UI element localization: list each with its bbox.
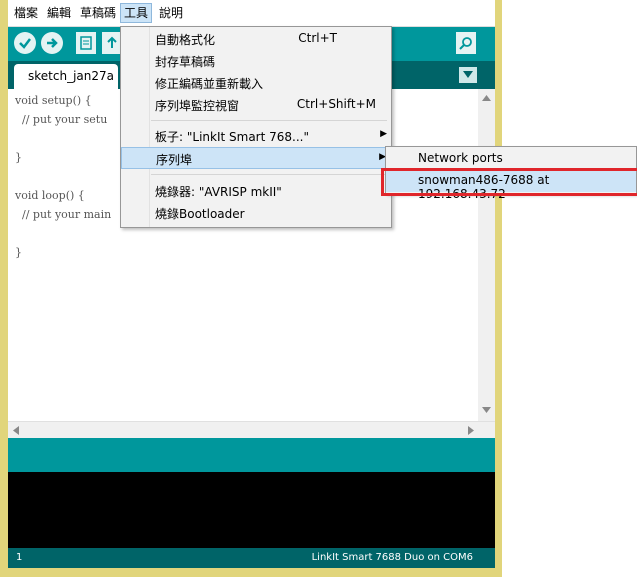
code-line: // put your main	[15, 208, 112, 221]
menu-item-label: 修正編碼並重新載入	[155, 77, 264, 91]
tab-menu-button[interactable]	[459, 67, 477, 83]
menu-help[interactable]: 說明	[156, 4, 186, 22]
check-icon	[19, 38, 31, 49]
menu-item-label: 燒錄Bootloader	[155, 207, 245, 221]
magnifier-icon	[459, 37, 472, 50]
submenu-header: Network ports	[418, 151, 503, 165]
menu-item-label: 自動格式化	[155, 33, 216, 47]
menu-item-programmer[interactable]: 燒錄器: "AVRISP mkII"	[121, 180, 391, 202]
arrow-right-icon	[47, 38, 58, 48]
scroll-up-icon[interactable]	[482, 95, 491, 101]
scroll-left-icon[interactable]	[13, 426, 19, 435]
menu-item-board[interactable]: 板子: "LinkIt Smart 768..." ▶	[121, 125, 391, 147]
new-file-icon	[80, 36, 92, 50]
verify-button[interactable]	[14, 32, 36, 54]
message-bar	[8, 438, 495, 472]
menu-item-auto-format[interactable]: 自動格式化 Ctrl+T	[121, 28, 391, 50]
menu-item-port[interactable]: 序列埠 ▶	[121, 147, 391, 169]
highlight-box	[381, 168, 637, 196]
menu-item-fix-encoding[interactable]: 修正編碼並重新載入	[121, 72, 391, 94]
menu-separator	[151, 174, 387, 175]
submenu-arrow-icon: ▶	[380, 129, 387, 139]
open-button[interactable]	[102, 32, 122, 54]
chevron-down-icon	[463, 71, 473, 78]
code-line: }	[15, 246, 22, 259]
code-line: void setup() {	[15, 94, 92, 107]
tools-dropdown-menu: 自動格式化 Ctrl+T 封存草稿碼 修正編碼並重新載入 序列埠監控視窗 Ctr…	[120, 26, 392, 228]
menu-tools[interactable]: 工具	[120, 3, 153, 23]
code-line: // put your setu	[15, 113, 108, 126]
menu-bar: 檔案 編輯 草稿碼 工具 說明	[8, 0, 495, 27]
menu-item-label: 序列埠	[156, 153, 193, 167]
menu-item-burn-bootloader[interactable]: 燒錄Bootloader	[121, 202, 391, 224]
console-output	[8, 472, 495, 548]
status-line-number: 1	[16, 552, 23, 563]
menu-item-label: 板子: "LinkIt Smart 768..."	[155, 130, 309, 144]
menu-file[interactable]: 檔案	[11, 4, 41, 22]
tab-sketch[interactable]: sketch_jan27a	[14, 64, 118, 89]
menu-sketch[interactable]: 草稿碼	[77, 4, 119, 22]
scroll-down-icon[interactable]	[482, 407, 491, 413]
serial-monitor-button[interactable]	[456, 32, 476, 54]
menu-item-label: 序列埠監控視窗	[155, 99, 240, 113]
new-button[interactable]	[76, 32, 96, 54]
menu-edit[interactable]: 編輯	[44, 4, 74, 22]
menu-item-shortcut: Ctrl+T	[298, 31, 337, 45]
code-line: }	[15, 151, 22, 164]
menu-item-archive-sketch[interactable]: 封存草稿碼	[121, 50, 391, 72]
horizontal-scrollbar[interactable]	[8, 421, 495, 439]
code-line: void loop() {	[15, 189, 85, 202]
arrow-up-icon	[107, 36, 117, 48]
status-bar: 1 LinkIt Smart 7688 Duo on COM6	[8, 548, 495, 568]
scroll-right-icon[interactable]	[468, 426, 474, 435]
menu-item-shortcut: Ctrl+Shift+M	[296, 97, 376, 111]
menu-item-label: 封存草稿碼	[155, 55, 216, 69]
menu-item-label: 燒錄器: "AVRISP mkII"	[155, 185, 282, 199]
upload-button[interactable]	[41, 32, 63, 54]
vertical-scrollbar[interactable]	[478, 89, 495, 421]
menu-item-serial-monitor[interactable]: 序列埠監控視窗 Ctrl+Shift+M	[121, 94, 391, 116]
menu-separator	[151, 120, 387, 121]
status-board: LinkIt Smart 7688 Duo on COM6	[311, 552, 473, 563]
